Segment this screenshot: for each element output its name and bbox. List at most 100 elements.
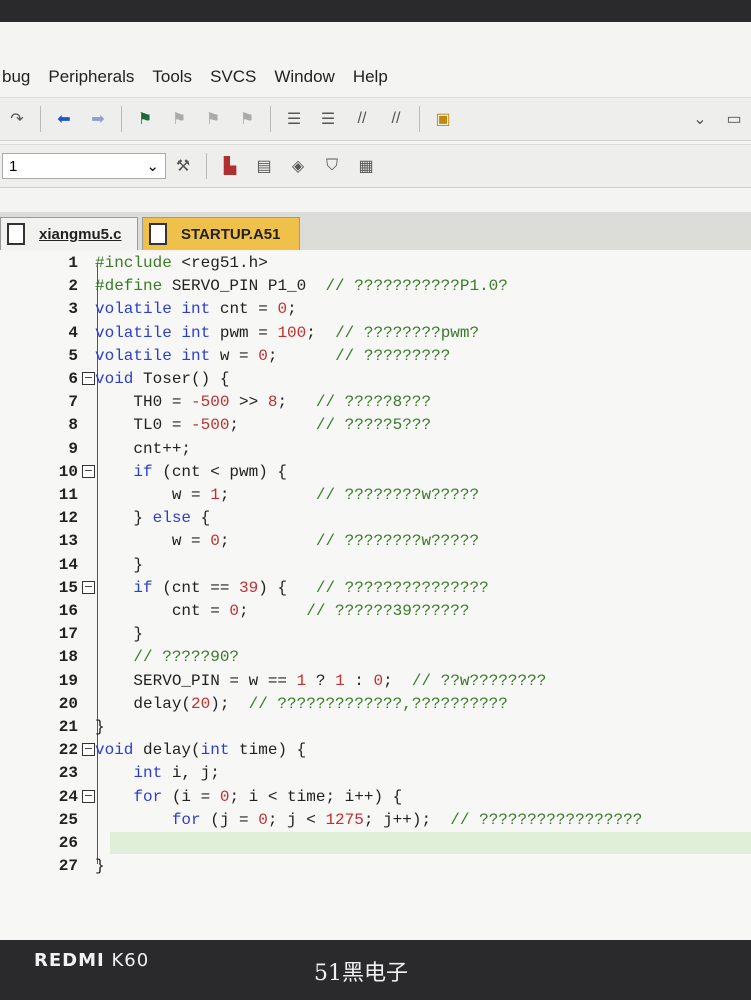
code-text: int i, j;: [133, 764, 220, 783]
tab-label: STARTUP.A51: [181, 225, 281, 243]
code-line[interactable]: 21}: [0, 718, 751, 740]
unindent-icon[interactable]: ☰: [315, 106, 341, 132]
comment-icon[interactable]: //: [349, 106, 375, 132]
fold-toggle-icon[interactable]: −: [82, 580, 95, 594]
chevron-down-icon: ⌄: [146, 158, 159, 175]
fold-toggle-icon[interactable]: −: [82, 464, 95, 478]
code-text: delay(20); // ?????????????,??????????: [95, 694, 508, 713]
bookmark-flag-icon[interactable]: ⚑: [132, 106, 158, 132]
code-text: TL0 = -500; // ?????5???: [95, 416, 432, 435]
camera-watermark: REDMI K60: [34, 950, 149, 971]
menu-window[interactable]: Window: [274, 67, 334, 87]
code-line[interactable]: 14 }: [0, 556, 751, 578]
code-line[interactable]: 10− if (cnt < pwm) {: [0, 463, 751, 485]
menu-debug[interactable]: bug: [2, 67, 30, 87]
line-number: 26: [58, 834, 78, 852]
fold-toggle-icon[interactable]: −: [82, 372, 95, 385]
code-text: if (cnt == 39) { // ???????????????: [133, 578, 489, 597]
code-line[interactable]: 13 w = 0; // ????????w?????: [0, 532, 751, 554]
target-options-icon[interactable]: ⚒: [170, 153, 196, 179]
navigate-back-icon[interactable]: ⬅: [51, 106, 77, 132]
line-number: 7: [68, 393, 78, 412]
clear-bookmarks-icon[interactable]: ⚑: [234, 106, 260, 132]
menu-svcs[interactable]: SVCS: [210, 67, 256, 87]
code-text: if (cnt < pwm) {: [133, 462, 288, 481]
line-number: 3: [68, 300, 78, 319]
code-line[interactable]: 24− for (i = 0; i < time; i++) {: [0, 788, 751, 810]
code-line[interactable]: 2 #define SERVO_PIN P1_0 // ???????????P1…: [0, 277, 751, 299]
code-text: } else {: [95, 509, 211, 528]
menu-tools[interactable]: Tools: [152, 67, 192, 87]
code-line[interactable]: 12 } else {: [0, 509, 751, 531]
ide-window: bug Peripherals Tools SVCS Window Help ↷…: [0, 22, 751, 940]
navigate-forward-icon[interactable]: ➡: [85, 106, 111, 132]
code-line[interactable]: 4 volatile int pwm = 100; // ????????pwm?: [0, 324, 751, 346]
code-line[interactable]: 16 cnt = 0; // ??????39??????: [0, 602, 751, 624]
fold-toggle-icon[interactable]: −: [82, 789, 95, 803]
line-number: 24: [58, 787, 78, 806]
pack-installer-icon[interactable]: ▙: [217, 153, 243, 179]
menu-bar: bug Peripherals Tools SVCS Window Help: [0, 60, 751, 94]
chevron-down-icon[interactable]: ⌄: [687, 106, 713, 132]
code-text: w = 1; // ????????w?????: [95, 486, 480, 504]
code-text: // ?????90?: [133, 648, 240, 667]
code-line[interactable]: 9 cnt++;: [0, 440, 751, 462]
books-icon[interactable]: ▦: [353, 153, 379, 179]
code-text: SERVO_PIN = w == 1 ? 1 : 0; // ??w??????…: [95, 671, 547, 690]
line-number: 23: [58, 764, 78, 783]
code-line[interactable]: 18 // ?????90?: [0, 648, 751, 670]
code-text: }: [95, 718, 105, 736]
code-line[interactable]: 5 volatile int w = 0; // ?????????: [0, 347, 751, 369]
open-file-icon[interactable]: ▣: [430, 106, 456, 132]
line-number: 21: [58, 718, 78, 736]
code-line[interactable]: 27}: [0, 857, 751, 879]
line-number: 15: [58, 578, 78, 597]
code-line[interactable]: 3 volatile int cnt = 0;: [0, 300, 751, 322]
code-line[interactable]: 1 #include <reg51.h>: [0, 254, 751, 276]
code-line[interactable]: 6− void Toser() {: [0, 370, 751, 392]
select-packs-icon[interactable]: ◈: [285, 153, 311, 179]
menu-help[interactable]: Help: [353, 67, 388, 87]
code-line[interactable]: 20 delay(20); // ?????????????,?????????…: [0, 695, 751, 717]
line-number: 14: [58, 555, 78, 574]
run-time-env-icon[interactable]: ⛉: [319, 153, 345, 179]
line-number: 4: [68, 323, 78, 342]
code-line[interactable]: 19 SERVO_PIN = w == 1 ? 1 : 0; // ??w???…: [0, 672, 751, 694]
watermark-model: K60: [111, 950, 150, 971]
code-line[interactable]: 17 }: [0, 625, 751, 647]
menu-peripherals[interactable]: Peripherals: [48, 67, 134, 87]
fold-toggle-icon[interactable]: −: [82, 743, 95, 757]
line-number: 10: [58, 462, 78, 481]
code-line[interactable]: 25 for (j = 0; j < 1275; j++); // ??????…: [0, 811, 751, 833]
code-line[interactable]: 15− if (cnt == 39) { // ???????????????: [0, 579, 751, 601]
uncomment-icon[interactable]: //: [383, 106, 409, 132]
tab-startup[interactable]: STARTUP.A51: [142, 217, 300, 250]
manage-components-icon[interactable]: ▤: [251, 153, 277, 179]
code-line[interactable]: 23 int i, j;: [0, 764, 751, 786]
line-number: 18: [58, 648, 78, 667]
toolbar-separator: [121, 106, 122, 132]
line-number: 13: [58, 532, 78, 551]
code-text: for (j = 0; j < 1275; j++); // ?????????…: [171, 810, 643, 829]
prev-bookmark-icon[interactable]: ⚑: [166, 106, 192, 132]
line-number: 25: [58, 810, 78, 829]
editor-tabs: xiangmu5.c STARTUP.A51: [0, 212, 751, 250]
target-select[interactable]: 1 ⌄: [2, 153, 166, 179]
toolbar-separator: [270, 106, 271, 132]
next-bookmark-icon[interactable]: ⚑: [200, 106, 226, 132]
line-number: 16: [58, 602, 78, 620]
code-line[interactable]: 22− void delay(int time) {: [0, 741, 751, 763]
code-line[interactable]: 7 TH0 = -500 >> 8; // ?????8???: [0, 393, 751, 415]
line-number: 17: [58, 625, 78, 644]
code-text: void delay(int time) {: [95, 741, 307, 760]
code-line[interactable]: 11 w = 1; // ????????w?????: [0, 486, 751, 508]
tab-xiangmu5[interactable]: xiangmu5.c: [0, 217, 138, 250]
code-line[interactable]: 8 TL0 = -500; // ?????5???: [0, 416, 751, 438]
redo-icon[interactable]: ↷: [4, 106, 30, 132]
window-icon[interactable]: ▭: [721, 106, 747, 132]
line-number: 27: [58, 857, 78, 876]
indent-icon[interactable]: ☰: [281, 106, 307, 132]
code-text: void Toser() {: [95, 370, 230, 388]
code-text: TH0 = -500 >> 8; // ?????8???: [95, 393, 432, 412]
line-number: 19: [58, 671, 78, 690]
